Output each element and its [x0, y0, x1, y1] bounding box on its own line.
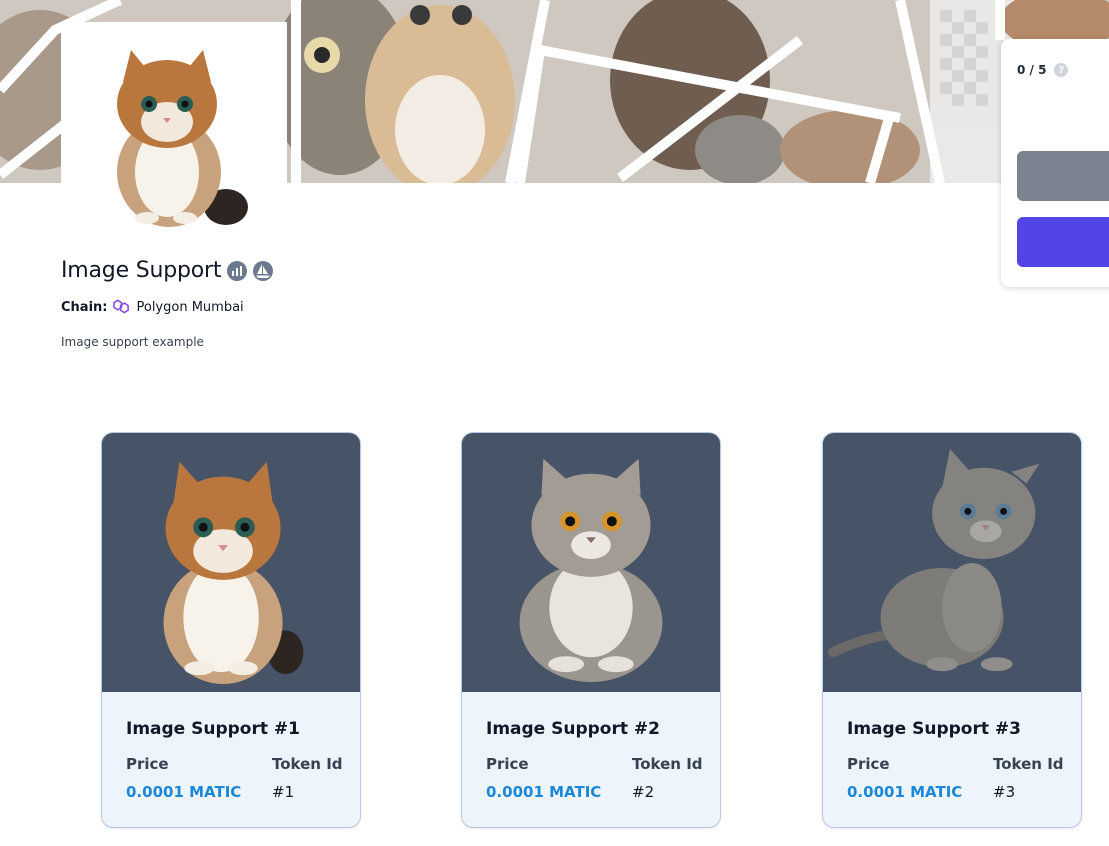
nft-card-1[interactable]: Image Support #1 Price Token Id 0.0001 M… [101, 432, 361, 828]
token-id-label: Token Id [272, 755, 343, 773]
primary-button[interactable] [1017, 217, 1109, 267]
chart-icon[interactable] [227, 260, 248, 281]
nft-title: Image Support #3 [847, 719, 1021, 739]
secondary-button[interactable] [1017, 151, 1109, 201]
nft-title: Image Support #1 [126, 719, 300, 739]
price-label: Price [486, 755, 529, 773]
chain-label: Chain: [61, 300, 108, 315]
mint-count: 0 / 5 [1017, 63, 1047, 77]
chain-row: Chain: Polygon Mumbai [61, 297, 244, 318]
token-id-label: Token Id [632, 755, 703, 773]
collection-avatar [61, 22, 287, 232]
collection-title: Image Support [61, 258, 222, 283]
price-label: Price [847, 755, 890, 773]
collection-title-row: Image Support [61, 258, 274, 283]
help-icon[interactable]: ? [1054, 63, 1069, 77]
price-value: 0.0001 MATIC [847, 783, 963, 801]
nft-title: Image Support #2 [486, 719, 660, 739]
nft-card-2[interactable]: Image Support #2 Price Token Id 0.0001 M… [461, 432, 721, 828]
chain-value: Polygon Mumbai [136, 300, 244, 315]
token-id-value: #3 [993, 783, 1016, 801]
polygon-icon [112, 297, 131, 318]
token-id-value: #1 [272, 783, 295, 801]
collection-description: Image support example [61, 335, 204, 349]
price-value: 0.0001 MATIC [126, 783, 242, 801]
nft-image [823, 433, 1081, 692]
price-label: Price [126, 755, 169, 773]
token-id-label: Token Id [993, 755, 1064, 773]
nft-card-3[interactable]: Image Support #3 Price Token Id 0.0001 M… [822, 432, 1082, 828]
nft-image [102, 433, 360, 692]
mint-panel: 0 / 5 ? [1001, 39, 1109, 287]
nft-image [462, 433, 720, 692]
opensea-icon[interactable] [253, 260, 274, 281]
token-id-value: #2 [632, 783, 655, 801]
mint-count-row: 0 / 5 ? [1017, 63, 1069, 77]
price-value: 0.0001 MATIC [486, 783, 602, 801]
